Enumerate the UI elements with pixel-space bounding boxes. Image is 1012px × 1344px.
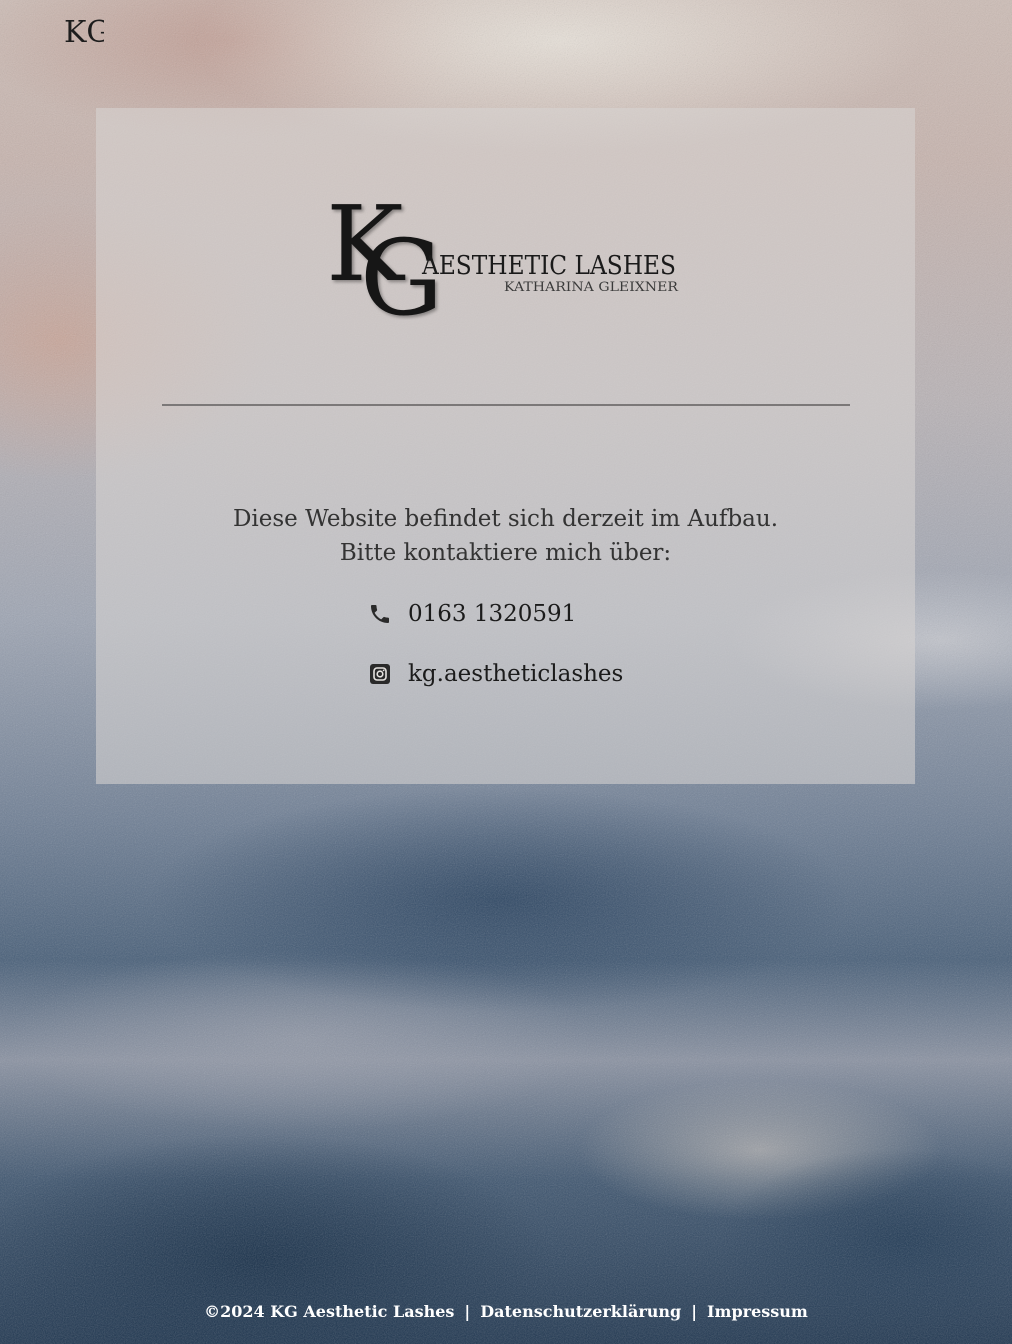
instagram-icon: [370, 664, 390, 684]
message-line-1: Diese Website befindet sich derzeit im A…: [232, 506, 779, 532]
footer-separator: |: [464, 1302, 471, 1321]
footer-copyright: ©2024 KG Aesthetic Lashes: [204, 1302, 455, 1321]
brand-logo-name: AESTHETIC LASHES: [421, 251, 676, 281]
header-logo-k: KG: [64, 15, 104, 50]
message-line-2: Bitte kontaktiere mich über:: [339, 540, 672, 566]
footer: ©2024 KG Aesthetic Lashes | Datenschutzerk…: [0, 1302, 1012, 1321]
brand-logo-owner: KATHARINA GLEIXNER: [504, 280, 679, 295]
instagram-handle: kg.aestheticlashes: [408, 661, 624, 687]
privacy-policy-link[interactable]: Datenschutzerklärung: [480, 1302, 681, 1321]
phone-icon: [371, 605, 389, 623]
brand-logo: K G AESTHETIC LASHES KATHARINA GLEIXNER: [326, 190, 679, 320]
footer-separator: |: [691, 1302, 698, 1321]
phone-contact-link[interactable]: 0163 1320591: [368, 596, 576, 632]
content-card: K G AESTHETIC LASHES KATHARINA GLEIXNER …: [96, 108, 915, 784]
header-logo[interactable]: KG: [62, 14, 104, 60]
construction-message: Diese Website befindet sich derzeit im A…: [96, 502, 915, 570]
phone-number: 0163 1320591: [408, 601, 577, 627]
imprint-link[interactable]: Impressum: [707, 1302, 808, 1321]
instagram-contact-link[interactable]: kg.aestheticlashes: [368, 656, 623, 692]
divider: [162, 404, 850, 406]
